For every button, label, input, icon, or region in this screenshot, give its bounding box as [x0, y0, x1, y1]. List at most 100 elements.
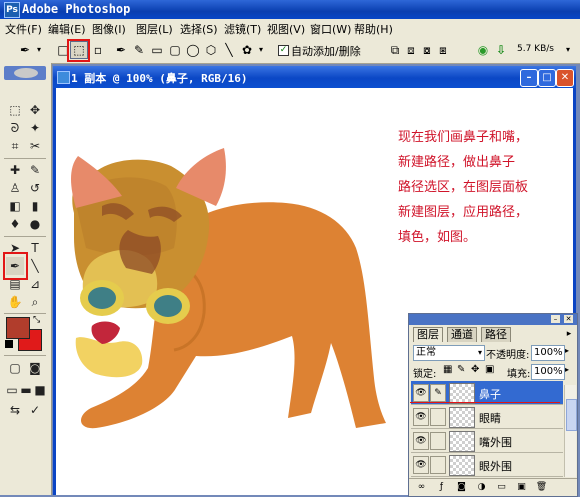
link-layers-icon[interactable]: ∞ [415, 481, 428, 494]
custom-shape-icon[interactable]: ✿ [238, 41, 256, 59]
menu-layer[interactable]: 图层(L) [136, 21, 173, 37]
line-icon[interactable]: ╲ [220, 41, 238, 59]
menu-select[interactable]: 选择(S) [180, 21, 218, 37]
fill-label: 填充: [507, 369, 531, 380]
pen-icon[interactable]: ✒ [112, 41, 130, 59]
healing-brush-tool-icon[interactable]: ✚ [6, 161, 24, 179]
layer-style-icon[interactable]: ƒ [435, 481, 448, 494]
lock-transparency-icon[interactable]: ▦ [443, 364, 452, 375]
hand-tool-icon[interactable]: ✋ [6, 293, 24, 311]
menu-file[interactable]: 文件(F) [5, 21, 42, 37]
marquee-tool-icon[interactable]: ⬚ [6, 101, 24, 119]
history-brush-tool-icon[interactable]: ↺ [26, 179, 44, 197]
freeform-pen-icon[interactable]: ✎ [130, 41, 148, 59]
eraser-tool-icon[interactable]: ◧ [6, 197, 24, 215]
pen-tool-preset-icon[interactable]: ✒ [16, 41, 34, 59]
standard-mode-icon[interactable]: ▢ [6, 359, 24, 377]
layer-row[interactable]: 👁 眼睛 [411, 405, 563, 429]
eyedropper-tool-icon[interactable]: ⊿ [26, 275, 44, 293]
dodge-tool-icon[interactable]: ● [26, 215, 44, 233]
combine-exclude-icon[interactable]: ⧆ [434, 41, 452, 59]
polygon-icon[interactable]: ⬡ [202, 41, 220, 59]
options-bar: ✒ ▾ □ ⬚ ▫ ✒ ✎ ▭ ▢ ◯ ⬡ ╲ ✿ ▾ ✓ 自动添加/删除 ⧉ … [0, 37, 580, 64]
download-arrow-icon: ⇩ [495, 43, 507, 57]
layer-name: 嘴外围 [479, 436, 512, 449]
type-tool-icon[interactable]: T [26, 239, 44, 257]
move-tool-icon[interactable]: ✥ [26, 101, 44, 119]
auto-add-delete-checkbox[interactable]: ✓ [278, 45, 289, 56]
tab-channels[interactable]: 通道 [447, 327, 477, 342]
rectangle-icon[interactable]: ▭ [148, 41, 166, 59]
panel-close-icon[interactable]: ✕ [564, 315, 573, 323]
brush-tool-icon[interactable]: ✎ [26, 161, 44, 179]
clone-stamp-tool-icon[interactable]: ♙ [6, 179, 24, 197]
lasso-tool-icon[interactable]: ᘐ [6, 119, 24, 137]
minimize-button[interactable]: – [520, 69, 538, 87]
panel-minimize-icon[interactable]: – [551, 315, 560, 323]
swap-colors-icon[interactable]: ⤡ [33, 315, 40, 325]
tab-paths[interactable]: 路径 [481, 327, 511, 342]
gradient-tool-icon[interactable]: ▮ [26, 197, 44, 215]
menu-window[interactable]: 窗口(W) [310, 21, 351, 37]
layer-row[interactable]: 👁 眼外围 [411, 453, 563, 477]
menu-edit[interactable]: 编辑(E) [48, 21, 86, 37]
new-layer-icon[interactable]: ▣ [515, 481, 528, 494]
shape-dropdown-arrow-icon[interactable]: ▾ [256, 41, 266, 59]
eye-icon[interactable]: 👁 [413, 384, 429, 402]
opacity-input[interactable]: 100% [531, 345, 565, 361]
layers-panel-header[interactable]: – ✕ [409, 314, 577, 325]
crop-tool-icon[interactable]: ⌗ [6, 137, 24, 155]
slice-tool-icon[interactable]: ✂ [26, 137, 44, 155]
layer-row[interactable]: 👁 嘴外围 [411, 429, 563, 453]
eye-icon[interactable]: 👁 [413, 432, 429, 450]
link-icon[interactable] [430, 432, 446, 450]
menu-help[interactable]: 帮助(H) [354, 21, 393, 37]
layer-thumbnail [449, 431, 475, 452]
magic-wand-tool-icon[interactable]: ✦ [26, 119, 44, 137]
menu-filter[interactable]: 滤镜(T) [224, 21, 261, 37]
lock-image-icon[interactable]: ✎ [457, 364, 465, 375]
layers-scrollbar[interactable] [564, 385, 577, 477]
eye-icon[interactable]: 👁 [413, 408, 429, 426]
quick-mask-mode-icon[interactable]: ◙ [26, 359, 44, 377]
new-group-icon[interactable]: ▭ [495, 481, 508, 494]
lock-position-icon[interactable]: ✥ [471, 364, 479, 375]
opacity-label: 不透明度: [486, 350, 530, 361]
fill-input[interactable]: 100% [531, 364, 565, 380]
foreground-color-swatch[interactable] [6, 317, 30, 339]
link-icon[interactable] [430, 456, 446, 474]
rounded-rectangle-icon[interactable]: ▢ [166, 41, 184, 59]
line-shape-tool-icon[interactable]: ╲ [26, 257, 44, 275]
zoom-tool-icon[interactable]: ⌕ [26, 293, 44, 311]
blend-mode-select[interactable]: 正常 ▾ [413, 345, 485, 361]
maximize-button[interactable]: □ [538, 69, 556, 87]
notes-tool-icon[interactable]: ▤ [6, 275, 24, 293]
preset-dropdown-arrow-icon[interactable]: ▾ [34, 41, 44, 59]
speed-dropdown-icon[interactable]: ▾ [559, 41, 577, 59]
eye-icon[interactable]: 👁 [413, 456, 429, 474]
full-screen-icon[interactable]: ■ [31, 381, 49, 399]
opacity-arrow-icon[interactable]: ▸ [565, 346, 569, 355]
paths-mode-highlight [67, 39, 90, 62]
menu-view[interactable]: 视图(V) [267, 21, 305, 37]
document-title-bar[interactable]: 1 副本 @ 100% (鼻子, RGB/16) – □ ✕ [53, 66, 576, 88]
brush-icon[interactable]: ✎ [430, 384, 446, 402]
ellipse-icon[interactable]: ◯ [184, 41, 202, 59]
menu-image[interactable]: 图像(I) [92, 21, 126, 37]
panel-menu-icon[interactable]: ▸ [563, 329, 575, 339]
imageready-icon[interactable]: ✓ [26, 401, 44, 419]
dog-nose [75, 321, 143, 378]
fill-arrow-icon[interactable]: ▸ [565, 365, 569, 374]
add-mask-icon[interactable]: ◙ [455, 481, 468, 494]
lock-all-icon[interactable]: ▣ [485, 364, 494, 375]
scrollbar-thumb[interactable] [566, 399, 577, 431]
fill-pixels-icon[interactable]: ▫ [89, 41, 107, 59]
adjustment-layer-icon[interactable]: ◑ [475, 481, 488, 494]
default-colors-icon[interactable] [5, 340, 13, 348]
tab-layers[interactable]: 图层 [413, 327, 443, 342]
close-button[interactable]: ✕ [556, 69, 574, 87]
link-icon[interactable] [430, 408, 446, 426]
delete-layer-icon[interactable]: 🗑 [535, 481, 548, 494]
blur-tool-icon[interactable]: ♦ [6, 215, 24, 233]
jump-to-imageready-icon[interactable]: ⇆ [6, 401, 24, 419]
